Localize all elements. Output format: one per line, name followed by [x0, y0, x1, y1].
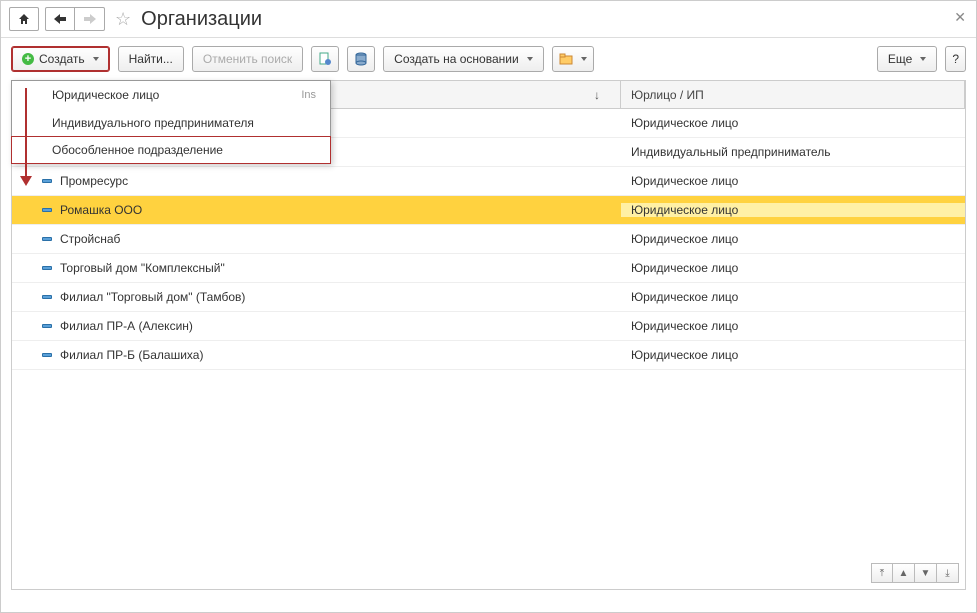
header-bar: ☆ Организации ✕ [1, 1, 976, 38]
toolbar-icon-button-1[interactable] [311, 46, 339, 72]
table-row[interactable]: Промресурс Юридическое лицо [12, 167, 965, 196]
cell-type: Юридическое лицо [621, 174, 965, 188]
help-button[interactable]: ? [945, 46, 966, 72]
nav-first-button[interactable]: ⤒ [871, 563, 893, 583]
toolbar-icon-button-3[interactable] [552, 46, 594, 72]
home-icon [17, 12, 31, 26]
menu-label: Юридическое лицо [52, 88, 159, 102]
cell-type: Юридическое лицо [621, 290, 965, 304]
arrow-left-icon [54, 14, 66, 24]
plus-icon: + [22, 53, 34, 65]
row-icon [42, 208, 52, 212]
cell-name: Филиал ПР-Б (Балашиха) [12, 348, 621, 362]
page-title: Организации [141, 8, 262, 31]
menu-label: Обособленное подразделение [52, 143, 223, 157]
cell-name: Стройснаб [12, 232, 621, 246]
table-row[interactable]: Филиал ПР-Б (Балашиха) Юридическое лицо [12, 341, 965, 370]
menu-item-legal-entity[interactable]: Юридическое лицо Ins [12, 81, 330, 109]
folder-icon [559, 52, 573, 66]
cancel-search-button: Отменить поиск [192, 46, 303, 72]
row-name-text: Филиал ПР-Б (Балашиха) [60, 348, 203, 362]
create-based-label: Создать на основании [394, 52, 519, 66]
more-button[interactable]: Еще [877, 46, 937, 72]
row-name-text: Филиал ПР-А (Алексин) [60, 319, 193, 333]
table-body[interactable]: Юридическое лицо Юридическое лицо Индиви… [12, 109, 965, 561]
toolbar: + Создать Найти... Отменить поиск Создат… [1, 38, 976, 80]
forward-button[interactable] [75, 7, 105, 31]
cell-name: Филиал ПР-А (Алексин) [12, 319, 621, 333]
row-name-text: Филиал "Торговый дом" (Тамбов) [60, 290, 245, 304]
row-name-text: Промресурс [60, 174, 128, 188]
dropdown-caret-icon [920, 57, 926, 61]
close-button[interactable]: ✕ [954, 9, 966, 26]
create-dropdown-menu: Юридическое лицо Ins Индивидуального пре… [11, 80, 331, 164]
annotation-arrow [25, 88, 27, 180]
dropdown-caret-icon [527, 57, 533, 61]
nav-last-button[interactable]: ⤓ [937, 563, 959, 583]
cell-name: Торговый дом "Комплексный" [12, 261, 621, 275]
table-nav-buttons: ⤒ ▲ ▼ ⤓ [871, 563, 959, 583]
dropdown-caret-icon [93, 57, 99, 61]
menu-item-individual[interactable]: Индивидуального предпринимателя [12, 109, 330, 137]
table-row[interactable]: Филиал ПР-А (Алексин) Юридическое лицо [12, 312, 965, 341]
favorite-icon[interactable]: ☆ [115, 9, 131, 30]
cell-name: Ромашка ООО [12, 203, 621, 217]
sort-indicator: ↓ [594, 88, 600, 102]
find-button[interactable]: Найти... [118, 46, 184, 72]
table-row[interactable]: Стройснаб Юридическое лицо [12, 225, 965, 254]
arrow-right-icon [84, 14, 96, 24]
back-button[interactable] [45, 7, 75, 31]
row-icon [42, 295, 52, 299]
dropdown-caret-icon [581, 57, 587, 61]
create-button[interactable]: + Создать [11, 46, 110, 72]
create-based-on-button[interactable]: Создать на основании [383, 46, 544, 72]
nav-down-button[interactable]: ▼ [915, 563, 937, 583]
table-row[interactable]: Ромашка ООО Юридическое лицо [12, 196, 965, 225]
menu-shortcut: Ins [301, 89, 316, 101]
toolbar-icon-button-2[interactable] [347, 46, 375, 72]
home-button[interactable] [9, 7, 39, 31]
more-label: Еще [888, 52, 912, 66]
database-icon [354, 52, 368, 66]
create-label: Создать [39, 52, 85, 66]
table-row[interactable]: Филиал "Торговый дом" (Тамбов) Юридическо… [12, 283, 965, 312]
row-icon [42, 179, 52, 183]
cell-type: Юридическое лицо [621, 232, 965, 246]
nav-up-button[interactable]: ▲ [893, 563, 915, 583]
menu-label: Индивидуального предпринимателя [52, 116, 254, 130]
annotation-arrow-head [20, 176, 32, 186]
row-icon [42, 324, 52, 328]
cell-type: Индивидуальный предприниматель [621, 145, 965, 159]
cell-type: Юридическое лицо [621, 261, 965, 275]
cell-type: Юридическое лицо [621, 116, 965, 130]
cell-name: Промресурс [12, 174, 621, 188]
cell-type: Юридическое лицо [621, 319, 965, 333]
table-row[interactable]: Торговый дом "Комплексный" Юридическое ли… [12, 254, 965, 283]
row-name-text: Стройснаб [60, 232, 120, 246]
row-name-text: Ромашка ООО [60, 203, 142, 217]
row-icon [42, 353, 52, 357]
menu-item-separate-division[interactable]: Обособленное подразделение [11, 136, 331, 164]
cell-type: Юридическое лицо [621, 348, 965, 362]
column-header-type[interactable]: Юрлицо / ИП [621, 81, 965, 108]
cell-type: Юридическое лицо [621, 203, 965, 217]
row-icon [42, 237, 52, 241]
cell-name: Филиал "Торговый дом" (Тамбов) [12, 290, 621, 304]
row-icon [42, 266, 52, 270]
document-icon [318, 52, 332, 66]
row-name-text: Торговый дом "Комплексный" [60, 261, 225, 275]
